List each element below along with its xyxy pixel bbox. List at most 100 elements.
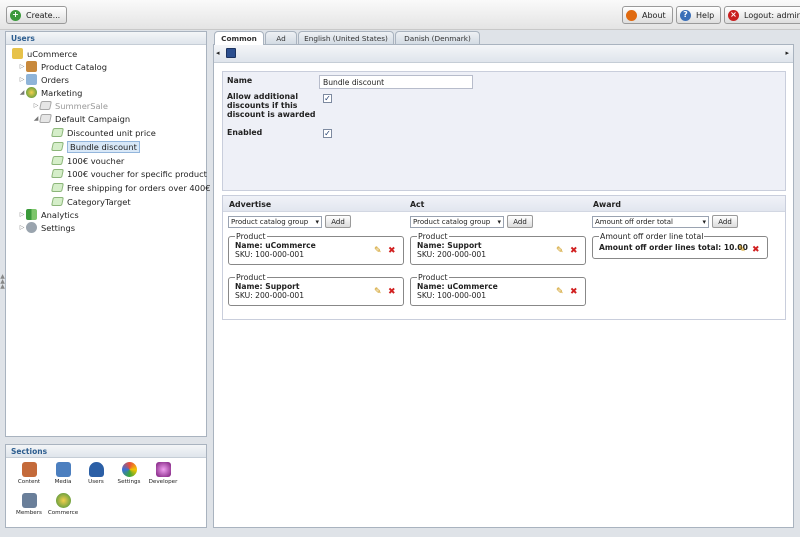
expand-arrow-icon[interactable]: ▷ bbox=[18, 76, 26, 83]
advertise-type-select[interactable]: Product catalog group ▾ bbox=[228, 216, 322, 228]
tree-item-100-voucher-specific[interactable]: 100€ voucher for specific product bbox=[51, 167, 207, 180]
tab-danish[interactable]: Danish (Denmark) bbox=[395, 31, 480, 44]
chevron-down-icon: ▾ bbox=[702, 218, 706, 226]
tree-label: Product Catalog bbox=[41, 61, 108, 72]
tag-icon bbox=[51, 128, 64, 137]
tree-item-marketing[interactable]: ◢ Marketing bbox=[18, 86, 82, 99]
act-product-box-1: Product Name: Support SKU: 200-000-001 ✎… bbox=[410, 232, 586, 265]
tree-label: 100€ voucher bbox=[67, 155, 125, 166]
award-type-select[interactable]: Amount off order total ▾ bbox=[592, 216, 709, 228]
product-sku: SKU: 200-000-001 bbox=[235, 291, 305, 300]
section-media[interactable]: Media bbox=[46, 462, 80, 485]
tree-label: 100€ voucher for specific product bbox=[67, 168, 207, 179]
allow-label-line-2: discounts if this bbox=[227, 101, 298, 110]
act-type-select[interactable]: Product catalog group ▾ bbox=[410, 216, 504, 228]
tab-common[interactable]: Common bbox=[214, 31, 264, 45]
tree-item-free-shipping[interactable]: Free shipping for orders over 400€ bbox=[51, 181, 211, 194]
box-legend: Amount off order line total bbox=[600, 232, 704, 241]
users-icon bbox=[88, 462, 104, 477]
section-users[interactable]: Users bbox=[79, 462, 113, 485]
name-label: Name bbox=[227, 76, 253, 85]
logout-button[interactable]: × Logout: admin bbox=[724, 6, 800, 24]
tree-item-100-voucher[interactable]: 100€ voucher bbox=[51, 154, 125, 167]
advertise-add-button[interactable]: Add bbox=[325, 215, 351, 228]
tree-label: Orders bbox=[41, 74, 69, 85]
section-members[interactable]: Members bbox=[12, 493, 46, 516]
tree-label: uCommerce bbox=[27, 48, 78, 59]
discount-settings-box: Name Bundle discount Allow additional di… bbox=[222, 71, 786, 191]
media-icon bbox=[55, 462, 71, 477]
tree-label: CategoryTarget bbox=[67, 196, 131, 207]
product-name: Name: Support bbox=[417, 241, 482, 250]
close-icon[interactable]: ✖ bbox=[570, 246, 578, 256]
tree-root-ucommerce[interactable]: uCommerce bbox=[12, 47, 77, 60]
collapse-arrow-icon[interactable]: ◢ bbox=[18, 89, 26, 96]
users-panel-title: Users bbox=[6, 32, 206, 45]
chevron-down-icon: ▾ bbox=[497, 218, 501, 226]
users-tree-panel: Users uCommerce ▷ Product Catalog ▷ Orde… bbox=[5, 31, 211, 437]
tree-item-discounted-unit-price[interactable]: Discounted unit price bbox=[51, 126, 156, 139]
act-add-button[interactable]: Add bbox=[507, 215, 533, 228]
section-label: Content bbox=[17, 479, 41, 485]
section-label: Users bbox=[88, 479, 104, 485]
section-label: Members bbox=[16, 510, 42, 516]
plus-icon: + bbox=[10, 9, 21, 21]
close-icon[interactable]: ✖ bbox=[388, 287, 396, 297]
editor-content-area: ◂ ▸ Name Bundle discount Allow additiona… bbox=[213, 44, 794, 528]
section-commerce[interactable]: Commerce bbox=[46, 493, 80, 516]
folder-icon bbox=[12, 48, 23, 59]
tree-label: Default Campaign bbox=[55, 113, 131, 124]
tree-item-summersale[interactable]: ▷ SummerSale bbox=[32, 99, 108, 112]
enabled-checkbox[interactable]: ✓ bbox=[323, 129, 332, 138]
close-icon[interactable]: ✖ bbox=[570, 287, 578, 297]
allow-label-line-1: Allow additional bbox=[227, 92, 298, 101]
panel-splitter-handle[interactable]: ▲ ▲ ▲ bbox=[0, 274, 5, 294]
catalog-icon bbox=[26, 61, 37, 72]
expand-arrow-icon[interactable]: ▷ bbox=[18, 211, 26, 218]
help-button[interactable]: ? Help bbox=[676, 6, 722, 24]
expand-arrow-icon[interactable]: ▷ bbox=[18, 63, 26, 70]
create-label: Create... bbox=[26, 10, 61, 20]
pencil-icon[interactable]: ✎ bbox=[738, 245, 746, 255]
close-icon[interactable]: ✖ bbox=[752, 245, 760, 255]
section-developer[interactable]: Developer bbox=[146, 462, 180, 485]
rules-box: Advertise Act Award Product catalog grou… bbox=[222, 195, 786, 320]
scroll-right-arrow-icon[interactable]: ▸ bbox=[785, 49, 789, 57]
select-value: Amount off order total bbox=[595, 218, 673, 226]
section-content[interactable]: Content bbox=[12, 462, 46, 485]
award-add-button[interactable]: Add bbox=[712, 215, 738, 228]
tree-item-settings[interactable]: ▷ Settings bbox=[18, 221, 75, 234]
expand-arrow-icon[interactable]: ▷ bbox=[18, 224, 26, 231]
tab-ad[interactable]: Ad bbox=[265, 31, 297, 44]
tree-item-orders[interactable]: ▷ Orders bbox=[18, 73, 69, 86]
name-input[interactable]: Bundle discount bbox=[319, 75, 473, 89]
create-button[interactable]: + Create... bbox=[6, 6, 68, 24]
rules-header bbox=[223, 196, 785, 212]
box-legend: Product bbox=[236, 273, 266, 282]
close-icon[interactable]: ✖ bbox=[388, 246, 396, 256]
commerce-icon bbox=[55, 493, 71, 508]
tree-item-category-target[interactable]: CategoryTarget bbox=[51, 195, 131, 208]
box-legend: Product bbox=[418, 273, 448, 282]
tree-item-analytics[interactable]: ▷ Analytics bbox=[18, 208, 79, 221]
tab-english[interactable]: English (United States) bbox=[298, 31, 394, 44]
enabled-label: Enabled bbox=[227, 128, 263, 137]
product-sku: SKU: 200-000-001 bbox=[417, 250, 487, 259]
pencil-icon[interactable]: ✎ bbox=[374, 246, 382, 256]
pencil-icon[interactable]: ✎ bbox=[374, 287, 382, 297]
section-label: Media bbox=[54, 479, 72, 485]
color-wheel-icon bbox=[121, 462, 137, 477]
info-icon bbox=[626, 9, 637, 21]
tree-item-bundle-discount[interactable]: Bundle discount bbox=[51, 140, 140, 153]
pencil-icon[interactable]: ✎ bbox=[556, 246, 564, 256]
pencil-icon[interactable]: ✎ bbox=[556, 287, 564, 297]
section-settings[interactable]: Settings bbox=[112, 462, 146, 485]
tree-item-default-campaign[interactable]: ◢ Default Campaign bbox=[32, 112, 130, 125]
about-button[interactable]: About bbox=[622, 6, 673, 24]
save-icon[interactable] bbox=[226, 48, 236, 58]
top-toolbar: + Create... About ? Help × Logout: admin bbox=[0, 0, 800, 30]
tree-item-product-catalog[interactable]: ▷ Product Catalog bbox=[18, 60, 107, 73]
allow-additional-checkbox[interactable]: ✓ bbox=[323, 94, 332, 103]
act-heading: Act bbox=[410, 200, 425, 209]
scroll-left-arrow-icon[interactable]: ◂ bbox=[216, 49, 220, 57]
